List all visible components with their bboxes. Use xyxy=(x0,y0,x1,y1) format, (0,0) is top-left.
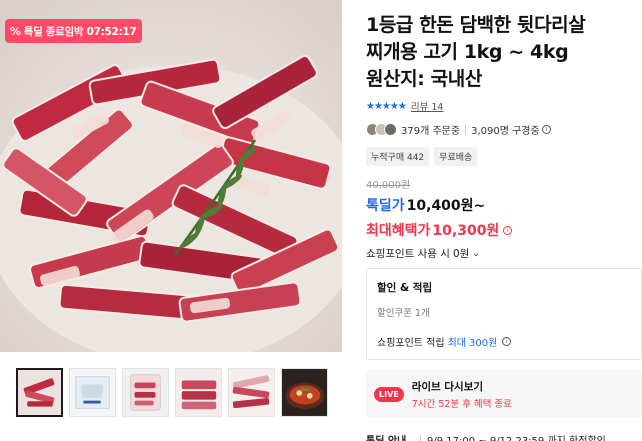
point-earn-value: 300원 xyxy=(469,338,498,349)
percent-icon: % xyxy=(10,24,21,38)
buyer-avatars xyxy=(366,122,397,136)
original-price: 40,000원 xyxy=(366,180,411,191)
live-title: 라이브 다시보기 xyxy=(411,380,484,393)
max-benefit-row: 최대혜택가 10,300원 i xyxy=(366,220,642,240)
thumbnail-3[interactable] xyxy=(122,368,169,417)
tag-free-shipping: 무료배송 xyxy=(434,147,478,166)
thumbnail-6[interactable] xyxy=(281,368,328,417)
point-use-toggle[interactable]: 쇼핑포인트 사용 시 0원 ⌄ xyxy=(366,246,642,261)
deal-price-value: 10,400원~ xyxy=(406,198,486,214)
deal-timer-text: 특딜 종료임박 07:52:17 xyxy=(23,25,137,38)
live-countdown: 7시간 52분 후 혜택 종료 xyxy=(411,398,512,410)
live-replay-banner[interactable]: LIVE 라이브 다시보기 7시간 52분 후 혜택 종료 xyxy=(366,370,642,418)
divider xyxy=(465,124,467,134)
deal-info-label: 톡딜 안내 xyxy=(366,432,420,441)
thumbnail-4[interactable] xyxy=(175,368,222,417)
deal-timer-badge: % 특딜 종료임박 07:52:17 xyxy=(5,19,143,43)
rating-stars: ★★★★★ xyxy=(366,100,407,112)
thumbnail-strip xyxy=(16,368,328,418)
deal-info-text: 9/9 17:00 ~ 9/12 23:59 까지 한정할인 xyxy=(427,432,606,441)
live-badge: LIVE xyxy=(374,386,404,402)
point-earn-label: 쇼핑포인트 적립 xyxy=(377,338,445,349)
point-earn-prefix: 최대 xyxy=(447,338,466,349)
viewers-count: 3,090명 구경중 xyxy=(471,125,540,137)
pork-strips-photo xyxy=(0,0,342,352)
coupon-count[interactable]: 할인쿠폰 1개 xyxy=(377,305,631,319)
live-text: 라이브 다시보기 7시간 52분 후 혜택 종료 xyxy=(412,379,512,410)
product-title: 1등급 한돈 담백한 뒷다리살 찌개용 고기 1kg ~ 4kg 원산지: 국내… xyxy=(366,14,586,90)
product-tags: 누적구매 442 무료배송 xyxy=(366,147,642,166)
info-icon[interactable]: i xyxy=(503,225,513,235)
deal-price-row: 톡딜가 10,400원~ xyxy=(366,195,642,215)
review-link[interactable]: 리뷰 14 xyxy=(411,99,444,113)
orders-count: 379개 주문중 xyxy=(401,125,461,137)
point-use-value: 0원 xyxy=(452,248,470,260)
point-use-label: 쇼핑포인트 사용 시 xyxy=(366,248,450,260)
divider xyxy=(420,434,421,441)
benefit-title: 할인 & 적립 xyxy=(377,282,433,294)
thumbnail-5[interactable] xyxy=(228,368,275,417)
max-benefit-value: 10,300원 xyxy=(432,223,500,239)
thumbnail-1[interactable] xyxy=(16,368,63,417)
product-main-image[interactable]: % 특딜 종료임박 07:52:17 xyxy=(0,0,342,352)
discount-benefit-box: 할인 & 적립 할인쿠폰 1개 쇼핑포인트 적립 최대 300원 i xyxy=(366,268,642,360)
deal-info-row: 톡딜 안내 9/9 17:00 ~ 9/12 23:59 까지 한정할인 xyxy=(366,432,642,441)
thumbnail-2[interactable] xyxy=(69,368,116,417)
social-proof-row: 379개 주문중 3,090명 구경중 i xyxy=(366,121,642,137)
avatar xyxy=(384,122,397,136)
info-icon[interactable]: i xyxy=(541,124,551,134)
product-info-panel: 1등급 한돈 담백한 뒷다리살 찌개용 고기 1kg ~ 4kg 원산지: 국내… xyxy=(366,0,642,441)
deal-price-label: 톡딜가 xyxy=(366,198,405,214)
point-earn-row: 쇼핑포인트 적립 최대 300원 i xyxy=(377,334,631,349)
tag-cumulative-purchase: 누적구매 442 xyxy=(366,147,430,166)
max-benefit-label: 최대혜택가 xyxy=(366,223,431,239)
info-icon[interactable]: i xyxy=(502,337,512,346)
chevron-down-icon: ⌄ xyxy=(472,248,480,259)
review-row: ★★★★★ 리뷰 14 xyxy=(366,99,642,114)
